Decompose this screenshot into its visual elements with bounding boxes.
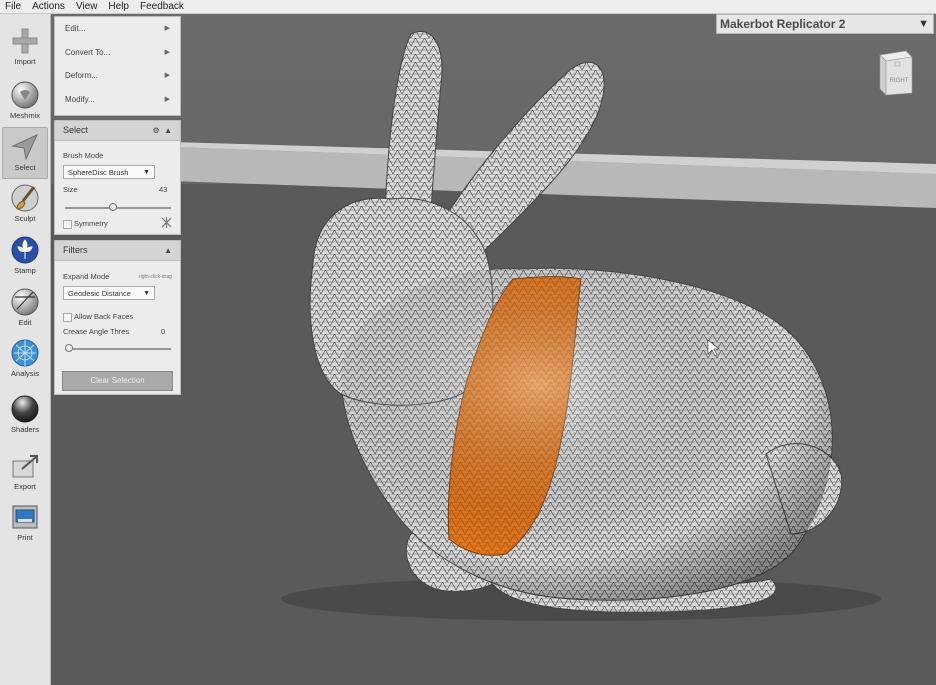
cursor-arrow-icon xyxy=(11,133,39,161)
tool-label: Sculpt xyxy=(14,214,36,223)
dropdown-value: SphereDisc Brush xyxy=(68,168,129,177)
panel-title: Select xyxy=(63,125,89,135)
chevron-right-icon: ▶ xyxy=(164,72,170,79)
slider-knob[interactable] xyxy=(109,203,118,211)
plus-icon xyxy=(12,28,38,54)
tool-export[interactable]: Export xyxy=(2,447,48,497)
meshmix-sphere-icon xyxy=(11,81,39,109)
fleur-stamp-icon xyxy=(11,236,39,264)
tool-stamp[interactable]: Stamp xyxy=(2,231,48,281)
view-cube[interactable]: RIGHT xyxy=(876,49,914,99)
tool-label: Import xyxy=(14,57,36,66)
tool-sculpt[interactable]: Sculpt xyxy=(2,179,48,229)
collapse-up-icon[interactable]: ▲ xyxy=(164,126,172,135)
symmetry-settings-icon[interactable] xyxy=(161,217,172,228)
chevron-down-icon: ▼ xyxy=(143,290,150,297)
chevron-right-icon: ▶ xyxy=(164,95,170,103)
tool-shaders[interactable]: Shaders xyxy=(2,390,48,440)
size-label: Size xyxy=(63,185,78,194)
slider-knob[interactable] xyxy=(65,344,73,352)
menu-bar: File Actions View Help Feedback xyxy=(0,0,936,14)
tool-label: Select xyxy=(14,163,36,172)
panel-title: Filters xyxy=(63,245,88,255)
menu-file[interactable]: File xyxy=(0,0,27,13)
view-cube-label: RIGHT xyxy=(890,78,909,84)
edit-sphere-icon xyxy=(11,288,39,316)
export-icon xyxy=(12,455,38,478)
tool-label: Edit xyxy=(18,318,32,327)
3d-viewport[interactable] xyxy=(51,14,936,685)
allow-back-faces-checkbox[interactable] xyxy=(63,313,72,322)
select-panel-header[interactable]: Select ⚙ ▲ xyxy=(55,121,180,141)
filters-panel-header[interactable]: Filters ▲ xyxy=(55,241,180,261)
brush-icon xyxy=(11,184,39,212)
tool-select[interactable]: Select xyxy=(2,127,48,179)
tool-label: Export xyxy=(14,482,36,491)
filters-panel: Filters ▲ Expand Mode right-click-drag G… xyxy=(54,240,181,395)
menu-item-convert[interactable]: Convert To... ▶ xyxy=(55,41,180,65)
allow-back-faces-label: Allow Back Faces xyxy=(74,312,134,321)
expand-mode-dropdown[interactable]: Geodesic Distance ▼ xyxy=(63,286,155,300)
tool-import[interactable]: Import xyxy=(2,22,48,72)
menu-feedback[interactable]: Feedback xyxy=(135,0,190,13)
tool-label: Analysis xyxy=(11,369,39,378)
menu-item-deform[interactable]: Deform... ▶ xyxy=(55,64,180,88)
tool-edit[interactable]: Edit xyxy=(2,283,48,333)
menu-help[interactable]: Help xyxy=(103,0,135,13)
gear-icon[interactable]: ⚙ xyxy=(152,126,159,135)
size-slider[interactable] xyxy=(65,203,171,211)
menu-item-edit[interactable]: Edit... ▶ xyxy=(55,17,180,41)
analysis-sphere-icon xyxy=(11,339,39,367)
tool-label: Shaders xyxy=(11,425,39,434)
brush-mode-dropdown[interactable]: SphereDisc Brush ▼ xyxy=(63,165,155,179)
menu-view[interactable]: View xyxy=(71,0,104,13)
tool-print[interactable]: Print xyxy=(2,498,48,548)
chevron-right-icon: ▶ xyxy=(164,25,170,32)
crease-angle-value: 0 xyxy=(161,327,166,336)
crease-angle-slider[interactable] xyxy=(65,344,171,352)
clear-selection-button[interactable]: Clear Selection xyxy=(62,371,173,391)
size-value: 43 xyxy=(159,185,168,194)
chevron-down-icon: ▼ xyxy=(918,18,929,30)
menu-actions[interactable]: Actions xyxy=(27,0,71,13)
selection-menu-panel: Edit... ▶ Convert To... ▶ Deform... ▶ Modif… xyxy=(54,16,181,116)
collapse-up-icon[interactable]: ▲ xyxy=(164,241,172,260)
symmetry-label: Symmetry xyxy=(74,219,108,228)
printer-icon xyxy=(12,505,38,529)
tool-meshmix[interactable]: Meshmix xyxy=(2,76,48,126)
left-toolbar: Import Meshmix Select Sculpt Stamp Edit … xyxy=(0,14,51,685)
shader-sphere-icon xyxy=(11,395,39,423)
crease-angle-label: Crease Angle Thres xyxy=(63,327,130,336)
select-panel: Select ⚙ ▲ Brush Mode SphereDisc Brush ▼ … xyxy=(54,120,181,235)
symmetry-checkbox[interactable] xyxy=(63,220,72,229)
tool-label: Meshmix xyxy=(9,111,40,120)
menu-item-modify[interactable]: Modify... ▶ xyxy=(55,88,180,112)
printer-dropdown[interactable]: Makerbot Replicator 2 ▼ xyxy=(716,14,934,34)
expand-mode-label: Expand Mode xyxy=(63,272,110,281)
tool-label: Print xyxy=(17,533,33,542)
expand-mode-hint: right-click-drag xyxy=(139,274,172,280)
chevron-down-icon: ▼ xyxy=(143,169,150,176)
printer-name: Makerbot Replicator 2 xyxy=(720,17,846,31)
tool-label: Stamp xyxy=(14,266,36,275)
chevron-right-icon: ▶ xyxy=(164,48,170,56)
panel-controls: ⚙ ▲ xyxy=(152,121,172,140)
dropdown-value: Geodesic Distance xyxy=(68,289,131,298)
tool-analysis[interactable]: Analysis xyxy=(2,334,48,384)
brush-mode-label: Brush Mode xyxy=(63,151,104,160)
